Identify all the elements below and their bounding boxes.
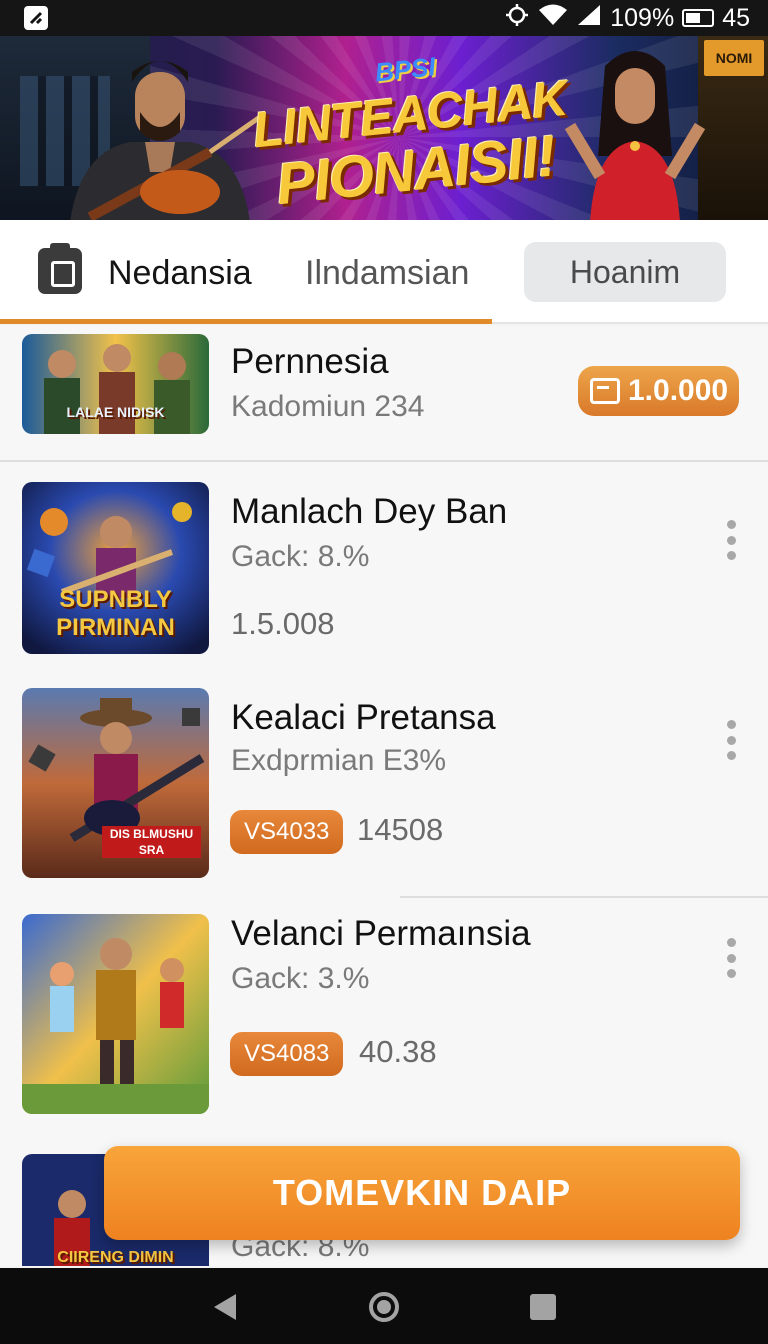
list-item[interactable]: Velanci Permaınsia Gack: 3.% VS4083 40.3… — [0, 898, 768, 1130]
price-button[interactable]: 1.0.000 — [578, 366, 739, 416]
status-bar: 109% 45 — [0, 0, 768, 36]
thumbnail-dancers-image — [22, 914, 209, 1114]
list-item[interactable]: DIS BLMUSHU SRA Kealaci Pretansa Exdprmi… — [0, 668, 768, 898]
item-title: Velanci Permaınsia — [231, 914, 531, 953]
item-thumbnail[interactable] — [22, 914, 209, 1114]
wallet-icon — [590, 378, 620, 404]
thumbnail-caption: DIS BLMUSHU SRA — [102, 826, 201, 858]
item-value: 14508 — [357, 812, 444, 847]
item-subtitle: Exdprmian E3% — [231, 744, 447, 777]
battery-percent: 109% — [610, 3, 675, 32]
list-item[interactable]: SUPNBLY PIRMINAN Manlach Dey Ban Gack: 8… — [0, 462, 768, 668]
item-thumbnail[interactable]: LALAE NIDISK — [22, 334, 209, 434]
item-thumbnail[interactable]: SUPNBLY PIRMINAN — [22, 482, 209, 654]
game-list[interactable]: LALAE NIDISK Pernnesia Kadomiun 234 1.0.… — [0, 326, 768, 1266]
item-value: 40.38 — [359, 1034, 437, 1069]
more-options-icon[interactable] — [726, 938, 736, 978]
sync-icon — [504, 2, 530, 35]
more-options-icon[interactable] — [726, 520, 736, 560]
thumbnail-caption-line1: SUPNBLY — [59, 586, 172, 613]
item-thumbnail[interactable]: DIS BLMUSHU SRA — [22, 688, 209, 878]
home-icon[interactable] — [369, 1292, 399, 1322]
back-icon[interactable] — [214, 1294, 236, 1320]
price-label: 1.0.000 — [628, 374, 729, 407]
clipboard-icon[interactable] — [38, 243, 82, 294]
tab-ilndamsian[interactable]: Ilndamsian — [305, 246, 469, 300]
active-tab-indicator — [0, 319, 492, 324]
battery-icon — [682, 9, 715, 27]
tab-nedansia[interactable]: Nedansia — [108, 246, 252, 300]
item-title: Pernnesia — [231, 342, 389, 381]
item-badge: VS4083 — [230, 1032, 344, 1076]
system-nav-bar — [0, 1268, 768, 1344]
item-title: Manlach Dey Ban — [231, 492, 508, 531]
recent-apps-icon[interactable] — [530, 1294, 556, 1320]
promo-banner[interactable]: NOMI BPSI LINTEACHAK PIONAISII! — [0, 36, 768, 220]
more-options-icon[interactable] — [726, 720, 736, 760]
item-title: Kealaci Pretansa — [231, 698, 496, 737]
app-slash-icon — [24, 6, 48, 30]
thumbnail-caption: CIIRENG DIMIN — [57, 1249, 174, 1266]
list-item[interactable]: LALAE NIDISK Pernnesia Kadomiun 234 1.0.… — [0, 326, 768, 462]
thumbnail-caption-line2: PIRMINAN — [56, 614, 175, 641]
item-subtitle: Gack: 3.% — [231, 962, 370, 995]
item-subtitle: Gack: 8.% — [231, 540, 370, 573]
primary-cta-button[interactable]: TOMEVKIN DAIP — [104, 1146, 740, 1240]
item-value: 1.5.008 — [231, 606, 335, 641]
item-badge: VS4033 — [230, 810, 344, 854]
item-subtitle: Kadomiun 234 — [231, 390, 425, 423]
status-time: 45 — [722, 3, 750, 32]
status-icons: 109% 45 — [504, 2, 750, 35]
signal-icon — [576, 3, 602, 34]
thumbnail-caption: SUPNBLY PIRMINAN — [22, 586, 209, 642]
banner-sign: NOMI — [704, 40, 764, 76]
wifi-icon — [538, 3, 568, 34]
tab-hoanim[interactable]: Hoanim — [524, 242, 726, 302]
tab-bar: Nedansia Ilndamsian Hoanim — [0, 220, 768, 324]
thumbnail-caption: LALAE NIDISK — [66, 404, 165, 420]
